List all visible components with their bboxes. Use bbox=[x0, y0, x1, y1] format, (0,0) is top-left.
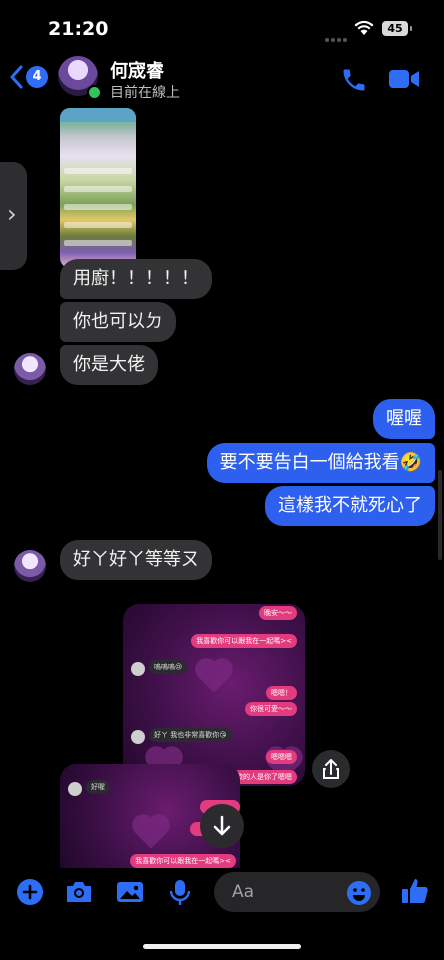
message-bubble[interactable]: 好ㄚ好ㄚ等等ㄡ bbox=[60, 540, 212, 580]
message-bubble[interactable]: 你也可以ㄉ bbox=[60, 302, 176, 342]
message-bubble[interactable]: 用廚！！！！！ bbox=[60, 259, 212, 299]
arrow-down-icon bbox=[213, 815, 231, 836]
microphone-icon bbox=[169, 880, 191, 905]
wifi-icon bbox=[354, 20, 374, 40]
message-input[interactable]: Aa bbox=[214, 872, 380, 912]
message-input-placeholder: Aa bbox=[232, 882, 255, 902]
chevron-left-icon bbox=[10, 65, 23, 89]
screenshot-message: 嗚嗚嗚😢 bbox=[149, 660, 188, 674]
phone-call-button[interactable] bbox=[340, 66, 368, 98]
signal-dots-icon bbox=[325, 27, 349, 46]
shared-image-chat-screenshot[interactable]: 晚安～～ 我喜歡你可以跟我在一起嗎>< 嗚嗚嗚😢 嗯嗯！ 你很可愛～～ 好ㄚ 我… bbox=[123, 604, 305, 786]
scroll-to-bottom-button[interactable] bbox=[200, 804, 244, 848]
battery-icon: 45 bbox=[382, 21, 412, 36]
chevron-right-icon: › bbox=[7, 200, 17, 228]
emoji-button[interactable] bbox=[346, 880, 372, 910]
thumbs-up-icon bbox=[402, 879, 428, 903]
camera-button[interactable] bbox=[64, 878, 94, 910]
unread-count-badge: 4 bbox=[26, 66, 48, 88]
presence-status: 目前在線上 bbox=[110, 85, 180, 101]
message-bubble-sent[interactable]: 喔喔 bbox=[373, 399, 435, 439]
chat-header: 4 何宬睿 目前在線上 bbox=[0, 52, 444, 104]
share-button[interactable] bbox=[312, 750, 350, 788]
message-bubble-sent[interactable]: 這樣我不就死心了 bbox=[265, 486, 435, 526]
message-composer: Aa bbox=[0, 868, 444, 918]
screenshot-message: 好ㄚ 我也非常喜歡你😘 bbox=[149, 728, 232, 742]
back-button[interactable]: 4 bbox=[8, 64, 48, 92]
gallery-button[interactable] bbox=[115, 878, 145, 910]
online-indicator bbox=[87, 85, 102, 100]
status-time: 21:20 bbox=[48, 18, 109, 40]
screenshot-message: 你很可愛～～ bbox=[245, 702, 297, 716]
screenshot-message: 好喔 bbox=[86, 780, 110, 794]
add-button[interactable] bbox=[16, 878, 44, 910]
screenshot-message: 我喜歡你可以跟我在一起嗎>< bbox=[191, 634, 297, 648]
camera-icon bbox=[67, 882, 91, 902]
video-call-button[interactable] bbox=[388, 66, 420, 96]
message-bubble[interactable]: 你是大佬 bbox=[60, 345, 158, 385]
share-icon bbox=[323, 759, 339, 779]
screenshot-message: 嗯嗯！ bbox=[266, 686, 297, 700]
message-bubble-sent[interactable]: 要不要告白一個給我看🤣 bbox=[206, 443, 435, 483]
scroll-indicator[interactable] bbox=[438, 470, 442, 560]
home-indicator bbox=[143, 944, 301, 949]
smiley-icon bbox=[347, 881, 371, 905]
screenshot-message: 晚安～～ bbox=[259, 606, 297, 620]
phone-icon bbox=[343, 69, 365, 91]
contact-name[interactable]: 何宬睿 bbox=[110, 57, 164, 83]
image-icon bbox=[117, 882, 143, 902]
like-button[interactable] bbox=[400, 876, 430, 910]
plus-circle-icon bbox=[17, 879, 43, 905]
contact-avatar-small[interactable] bbox=[14, 353, 46, 385]
status-bar: 21:20 45 bbox=[0, 0, 444, 50]
side-panel-handle[interactable]: › bbox=[0, 162, 27, 270]
contact-avatar-small[interactable] bbox=[14, 550, 46, 582]
screenshot-message: 我喜歡你可以跟我在一起嗎>< bbox=[130, 854, 236, 868]
video-camera-icon bbox=[389, 70, 419, 88]
screenshot-message: 嗯嗯嗯 bbox=[266, 750, 297, 764]
shared-image-game[interactable] bbox=[60, 108, 136, 268]
voice-button[interactable] bbox=[168, 878, 192, 910]
